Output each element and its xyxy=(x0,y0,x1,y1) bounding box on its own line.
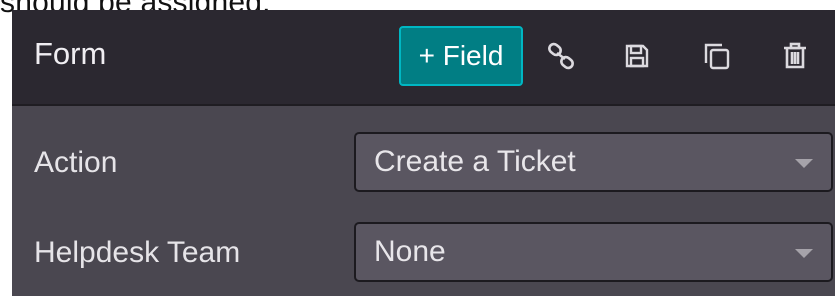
panel-title: Form xyxy=(34,36,107,71)
add-field-button[interactable]: + Field xyxy=(399,26,523,86)
action-label: Action xyxy=(34,146,118,179)
link-icon[interactable] xyxy=(544,39,578,73)
save-icon[interactable] xyxy=(620,39,654,73)
trash-icon[interactable] xyxy=(778,39,812,73)
duplicate-icon[interactable] xyxy=(700,39,734,73)
action-select-value: Create a Ticket xyxy=(374,145,576,178)
chevron-down-icon xyxy=(795,249,813,258)
form-header: Form + Field xyxy=(12,10,835,106)
helpdesk-team-select[interactable]: None xyxy=(354,222,833,282)
form-panel: Form + Field Action Create a Ticket Help… xyxy=(12,10,835,296)
chevron-down-icon xyxy=(795,159,813,168)
helpdesk-team-select-value: None xyxy=(374,235,446,268)
action-select[interactable]: Create a Ticket xyxy=(354,132,833,192)
helpdesk-team-label: Helpdesk Team xyxy=(34,236,241,269)
